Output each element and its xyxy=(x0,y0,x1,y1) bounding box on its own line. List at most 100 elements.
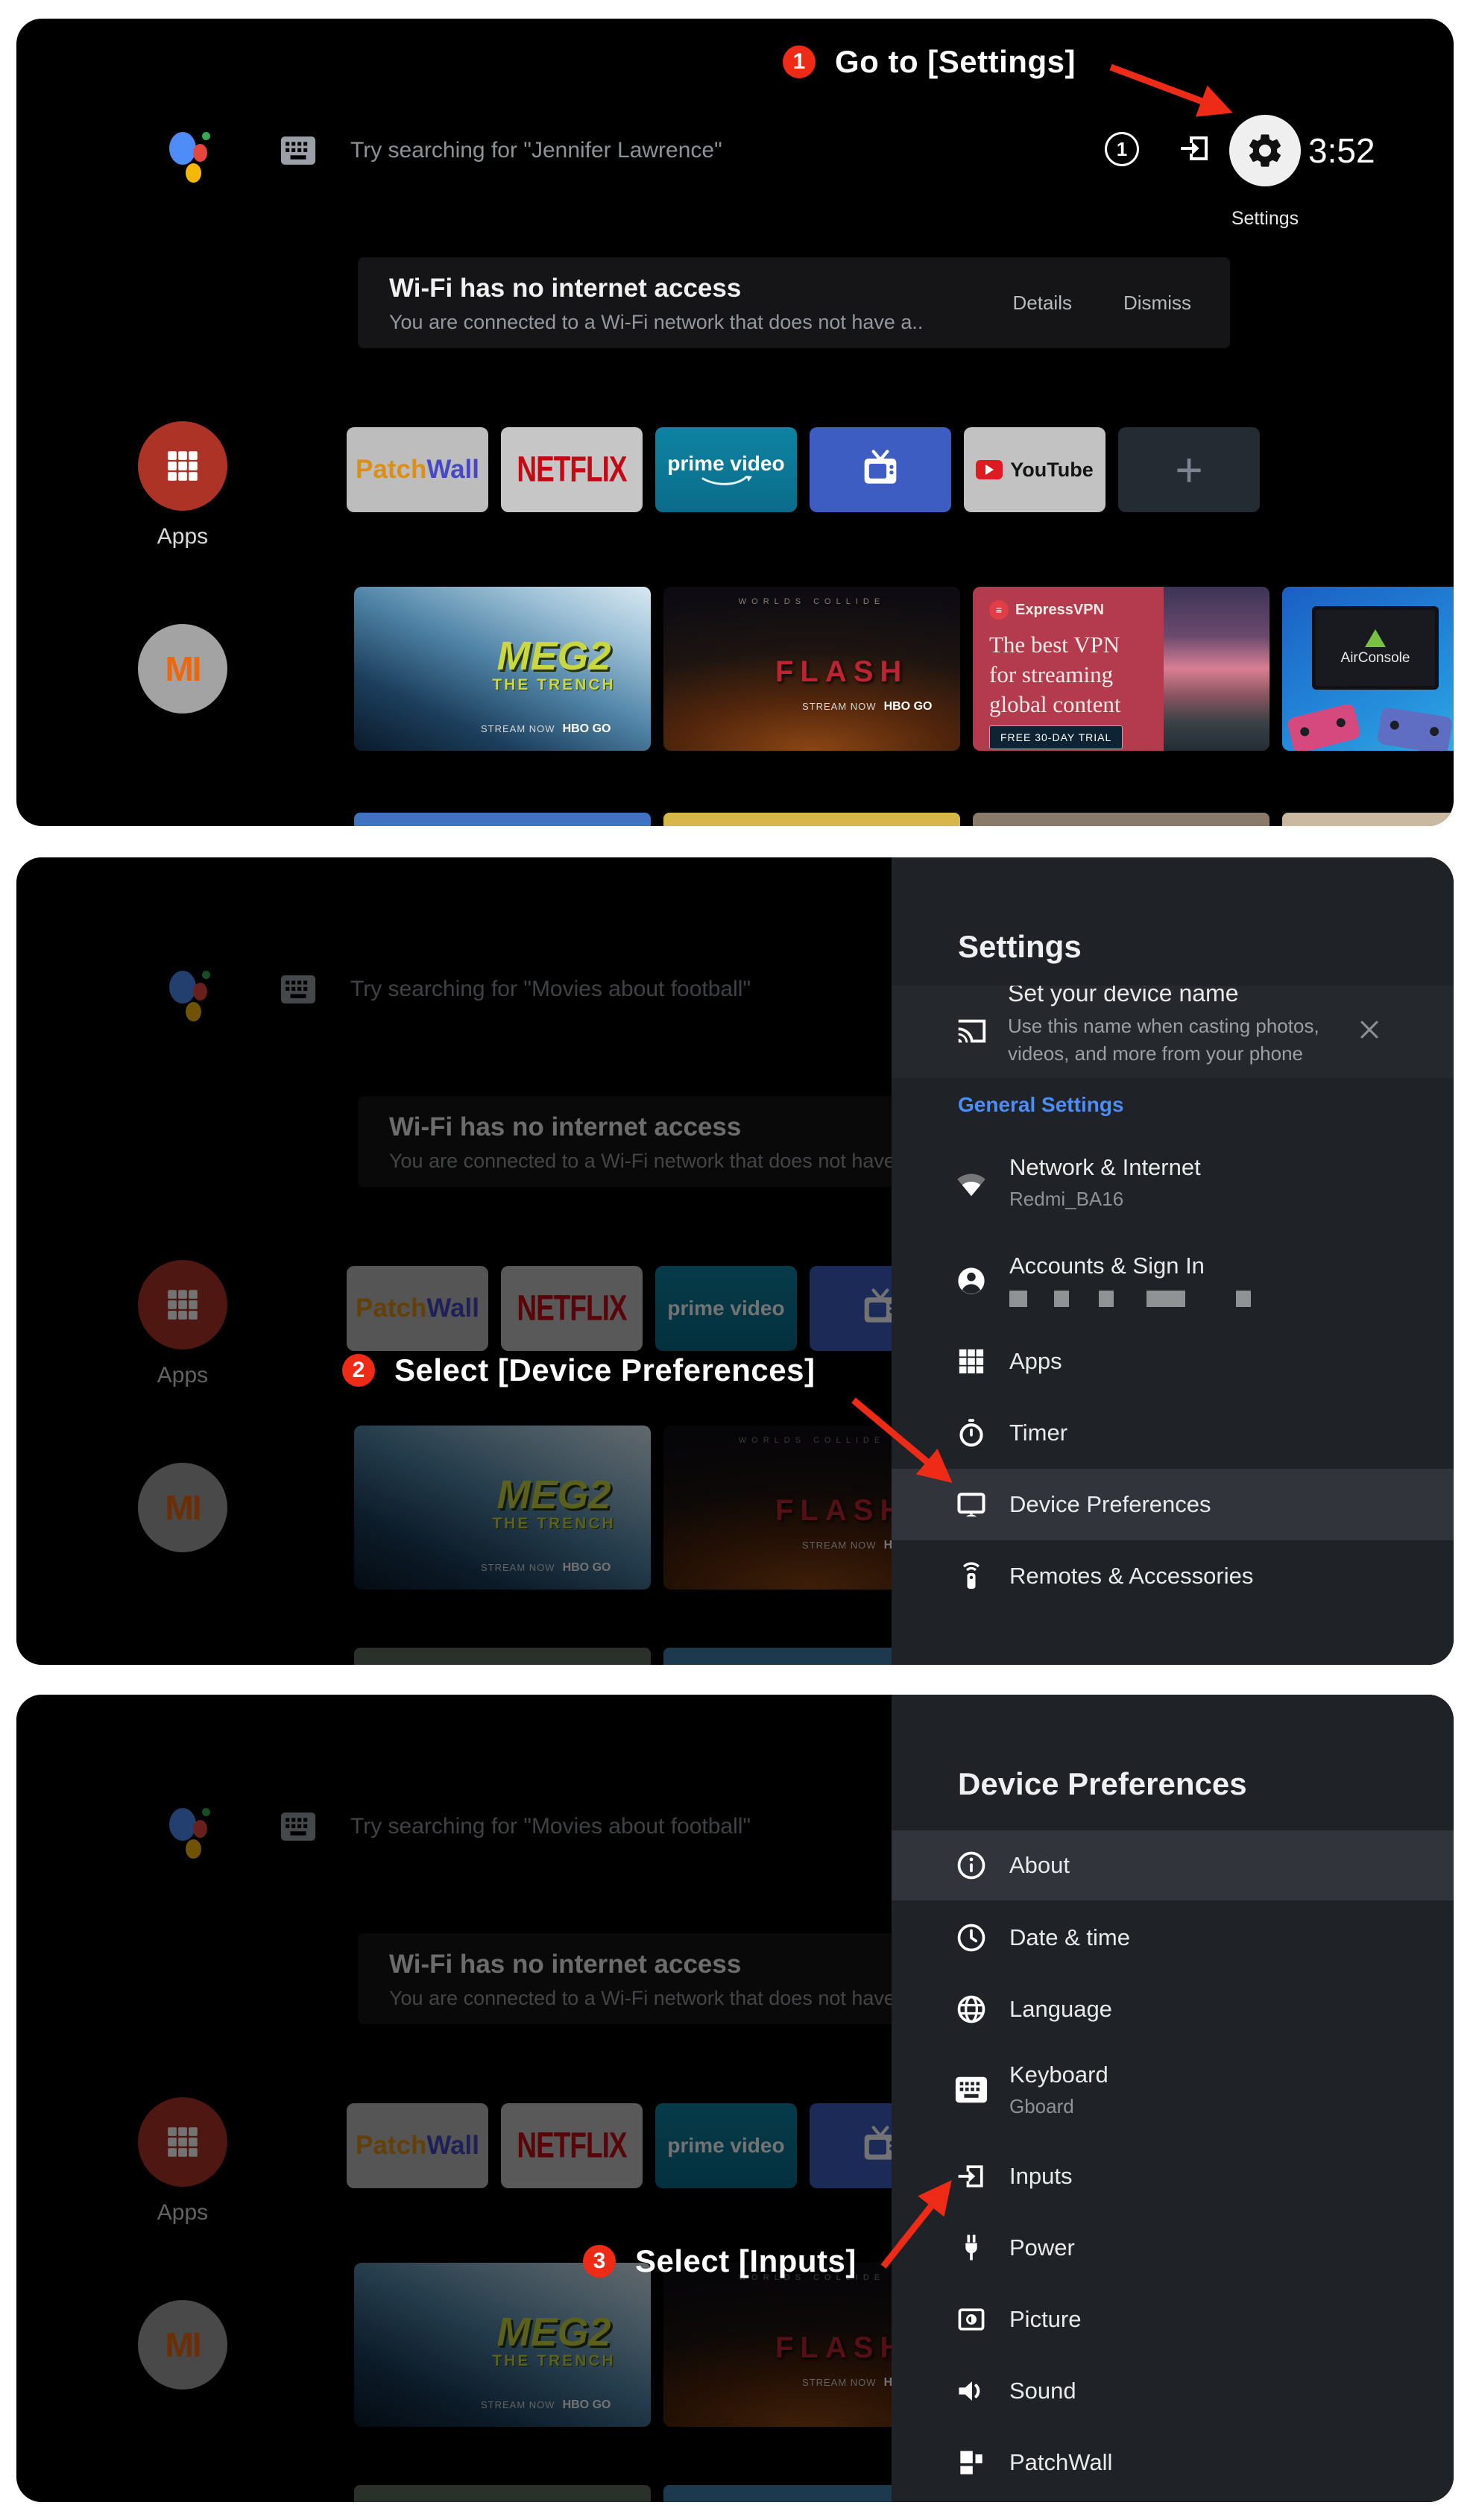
keyboard-icon xyxy=(954,2073,988,2107)
item-label: Sound xyxy=(1009,2378,1076,2404)
item-label: Power xyxy=(1009,2234,1075,2261)
vpn-headline: The best VPN for streaming global conten… xyxy=(989,630,1152,719)
item-subtitle: Redmi_BA16 xyxy=(1009,1188,1201,1211)
item-label: Inputs xyxy=(1009,2163,1072,2190)
assistant-dot-yellow xyxy=(186,163,201,183)
controller-pink xyxy=(1287,703,1362,751)
content-card-airconsole[interactable]: AirConsole xyxy=(1282,587,1454,751)
next-row-teaser xyxy=(354,813,651,826)
assistant-dot-blue xyxy=(169,132,196,165)
globe-icon xyxy=(954,1992,988,2026)
prime-smile-icon xyxy=(700,476,752,488)
youtube-play-icon xyxy=(976,460,1003,479)
redacted-account-id xyxy=(1009,1286,1251,1309)
sidebar-item-sound[interactable]: Sound xyxy=(892,2355,1454,2427)
mi-button[interactable]: MI xyxy=(138,624,227,714)
step-label: Go to [Settings] xyxy=(835,44,1076,80)
app-tile-prime-video[interactable]: prime video xyxy=(655,427,797,512)
picture-icon xyxy=(954,2302,988,2337)
sidebar-item-power[interactable]: Power xyxy=(892,2212,1454,2284)
settings-sidebar: Settings Set your device name Use this n… xyxy=(892,857,1454,1665)
meg2-title: MEG2 xyxy=(472,636,636,676)
assistant-dot-green xyxy=(202,132,210,140)
inputs-source-icon[interactable] xyxy=(1177,130,1213,166)
content-card-flash[interactable]: WORLDS COLLIDE FLASH STREAM NOWHBO GO xyxy=(663,587,960,751)
annotation-step-2: 2 Select [Device Preferences] xyxy=(342,1352,815,1388)
expressvpn-brand: ≡ ExpressVPN xyxy=(989,600,1104,620)
sidebar-item-picture[interactable]: Picture xyxy=(892,2284,1454,2355)
app-tile-netflix[interactable]: NETFLIX xyxy=(501,427,643,512)
item-label: Network & Internet xyxy=(1009,1154,1201,1181)
airconsole-logo-icon xyxy=(1365,629,1386,647)
vpn-sunset-photo xyxy=(1164,587,1269,751)
app-tile-mi-tv[interactable] xyxy=(810,427,951,512)
item-label: Device Preferences xyxy=(1009,1491,1211,1518)
screenshot-panel-device-preferences: Try searching for "Movies about football… xyxy=(16,1695,1454,2502)
sidebar-item-language[interactable]: Language xyxy=(892,1974,1454,2045)
flash-stream-row: STREAM NOWHBO GO xyxy=(802,700,932,714)
search-hint[interactable]: Try searching for "Jennifer Lawrence" xyxy=(350,138,722,163)
retro-tv-icon xyxy=(857,446,904,494)
add-app-tile[interactable]: + xyxy=(1118,427,1260,512)
next-row-teaser xyxy=(1282,813,1454,826)
monitor-icon xyxy=(954,1487,988,1522)
annotation-step-1: 1 Go to [Settings] xyxy=(783,44,1076,80)
patchwall-tiles-icon xyxy=(954,2445,988,2480)
settings-button[interactable] xyxy=(1229,115,1301,186)
app-tile-patchwall[interactable]: PatchWall xyxy=(347,427,488,512)
sidebar-item-patchwall[interactable]: PatchWall xyxy=(892,2427,1454,2498)
content-card-expressvpn[interactable]: ≡ ExpressVPN The best VPN for streaming … xyxy=(973,587,1269,751)
clock-time: 3:52 xyxy=(1308,130,1375,171)
vpn-trial-button[interactable]: FREE 30-DAY TRIAL xyxy=(989,725,1123,749)
sidebar-item-inputs[interactable]: Inputs xyxy=(892,2141,1454,2212)
airconsole-name: AirConsole xyxy=(1341,650,1410,667)
sidebar-item-about[interactable]: About xyxy=(892,1830,1454,1900)
details-button[interactable]: Details xyxy=(1013,292,1072,315)
step-number-badge: 3 xyxy=(583,2245,616,2278)
apps-button[interactable] xyxy=(138,421,227,511)
sidebar-item-date-time[interactable]: Date & time xyxy=(892,1902,1454,1974)
step-number-badge: 2 xyxy=(342,1354,375,1387)
prime-video-logo: prime video xyxy=(667,452,784,476)
item-subtitle: Gboard xyxy=(1009,2095,1108,2118)
sidebar-item-remotes[interactable]: Remotes & Accessories xyxy=(892,1540,1454,1612)
timer-icon xyxy=(954,1416,988,1450)
sidebar-item-timer[interactable]: Timer xyxy=(892,1397,1454,1469)
sidebar-item-keyboard[interactable]: Keyboard Gboard xyxy=(892,2045,1454,2135)
step-label: Select [Device Preferences] xyxy=(394,1352,815,1388)
sidebar-item-device-preferences[interactable]: Device Preferences xyxy=(892,1469,1454,1540)
sidebar-item-network-internet[interactable]: Network & Internet Redmi_BA16 xyxy=(892,1141,1454,1224)
annotation-step-3: 3 Select [Inputs] xyxy=(583,2243,857,2279)
screenshot-panel-home: Try searching for "Jennifer Lawrence" 1 … xyxy=(16,19,1454,826)
device-name-title: Set your device name xyxy=(1008,986,1239,1007)
wifi-card-subtitle: You are connected to a Wi-Fi network tha… xyxy=(389,311,923,334)
google-assistant-icon[interactable] xyxy=(169,125,217,183)
sidebar-item-apps[interactable]: Apps xyxy=(892,1326,1454,1397)
patchwall-logo-patch: Patch xyxy=(356,455,426,485)
step-number-badge: 1 xyxy=(783,45,816,78)
tv-home-screen: Try searching for "Jennifer Lawrence" 1 … xyxy=(16,19,1454,826)
close-icon[interactable] xyxy=(1357,1017,1382,1042)
power-plug-icon xyxy=(954,2231,988,2265)
netflix-logo: NETFLIX xyxy=(517,450,626,491)
notification-icon[interactable]: 1 xyxy=(1105,132,1139,166)
apps-label: Apps xyxy=(138,524,227,549)
next-row-teaser xyxy=(973,813,1269,826)
step-label: Select [Inputs] xyxy=(635,2243,857,2279)
sidebar-item-accounts[interactable]: Accounts & Sign In xyxy=(892,1239,1454,1323)
dismiss-button[interactable]: Dismiss xyxy=(1123,292,1191,315)
settings-title: Settings xyxy=(958,929,1082,965)
clock-icon xyxy=(954,1921,988,1955)
content-card-meg2[interactable]: MEG2 THE TRENCH STREAM NOWHBO GO xyxy=(354,587,651,751)
general-settings-section-label: General Settings xyxy=(958,1093,1124,1117)
sidebar-item-device-name[interactable]: Set your device name Use this name when … xyxy=(892,986,1454,1078)
patchwall-logo-wall: Wall xyxy=(426,455,479,485)
tutorial-page: Try searching for "Jennifer Lawrence" 1 … xyxy=(0,0,1473,2520)
keyboard-search-icon[interactable] xyxy=(279,135,318,166)
app-tile-youtube[interactable]: YouTube xyxy=(964,427,1105,512)
apps-grid-icon xyxy=(954,1344,988,1379)
gear-icon xyxy=(1245,130,1285,171)
item-label: Keyboard xyxy=(1009,2061,1108,2088)
flash-tagline: WORLDS COLLIDE xyxy=(663,597,960,606)
cast-icon xyxy=(954,1014,988,1048)
